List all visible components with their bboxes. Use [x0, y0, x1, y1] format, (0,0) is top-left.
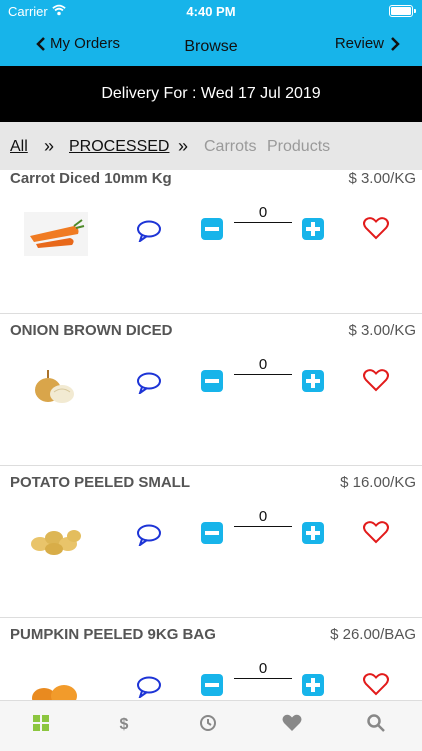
favorite-heart-icon[interactable]	[363, 368, 389, 392]
breadcrumb-all[interactable]: All	[10, 138, 28, 156]
decrease-quantity-button[interactable]	[201, 218, 223, 240]
clock-time: 4:40 PM	[186, 4, 236, 19]
breadcrumb-separator: »	[178, 136, 189, 156]
tab-dollar-icon[interactable]: $	[114, 713, 134, 733]
tab-grid-icon[interactable]	[31, 713, 51, 733]
potato-image	[31, 530, 81, 555]
favorite-heart-icon[interactable]	[363, 520, 389, 544]
product-row: Carrot Diced 10mm Kg $ 3.00/KG 0	[0, 170, 422, 314]
product-row: ONION BROWN DICED $ 3.00/KG 0	[0, 314, 422, 466]
comment-icon[interactable]	[136, 220, 162, 242]
breadcrumb-products: Products	[267, 138, 331, 155]
breadcrumb: All » PROCESSED » Carrots Products	[0, 122, 422, 170]
decrease-quantity-button[interactable]	[201, 522, 223, 544]
favorite-heart-icon[interactable]	[363, 672, 389, 696]
product-row: POTATO PEELED SMALL $ 16.00/KG 0	[0, 466, 422, 618]
svg-text:$: $	[120, 716, 129, 733]
pumpkin-image	[32, 685, 77, 700]
comment-icon[interactable]	[136, 372, 162, 394]
quantity-field[interactable]: 0	[234, 356, 292, 375]
tab-bar: $	[0, 700, 422, 751]
increase-quantity-button[interactable]	[302, 218, 324, 240]
review-label: Review	[334, 35, 384, 52]
breadcrumb-separator: »	[44, 136, 55, 156]
tab-heart-icon[interactable]	[282, 713, 302, 733]
product-list[interactable]: Carrot Diced 10mm Kg $ 3.00/KG 0 ONION B…	[0, 170, 422, 700]
decrease-quantity-button[interactable]	[201, 674, 223, 696]
increase-quantity-button[interactable]	[302, 522, 324, 544]
delivery-banner[interactable]: Delivery For : Wed 17 Jul 2019	[0, 66, 422, 122]
tab-clock-icon[interactable]	[198, 713, 218, 733]
tab-search-icon[interactable]	[366, 713, 386, 733]
comment-icon[interactable]	[136, 676, 162, 698]
product-name: ONION BROWN DICED	[10, 322, 173, 339]
chevron-right-icon	[391, 36, 400, 51]
favorite-heart-icon[interactable]	[363, 216, 389, 240]
decrease-quantity-button[interactable]	[201, 370, 223, 392]
review-button[interactable]: Review	[335, 35, 400, 52]
quantity-field[interactable]: 0	[234, 660, 292, 679]
increase-quantity-button[interactable]	[302, 370, 324, 392]
quantity-field[interactable]: 0	[234, 204, 292, 223]
breadcrumb-processed[interactable]: PROCESSED	[69, 138, 169, 156]
product-name: PUMPKIN PEELED 9KG BAG	[10, 626, 216, 643]
quantity-field[interactable]: 0	[234, 508, 292, 527]
product-price: $ 3.00/KG	[348, 170, 416, 187]
product-name: Carrot Diced 10mm Kg	[10, 170, 172, 187]
breadcrumb-carrots: Carrots	[204, 138, 257, 155]
product-price: $ 16.00/KG	[340, 474, 416, 491]
product-row: PUMPKIN PEELED 9KG BAG $ 26.00/BAG 0	[0, 618, 422, 700]
product-price: $ 3.00/KG	[348, 322, 416, 339]
product-name: POTATO PEELED SMALL	[10, 474, 191, 491]
product-price: $ 26.00/BAG	[330, 626, 416, 643]
navigation-bar: My Orders Browse Review	[0, 22, 422, 66]
comment-icon[interactable]	[136, 524, 162, 546]
battery-icon	[389, 5, 416, 17]
carrot-image	[24, 212, 88, 256]
onion-image	[35, 370, 74, 403]
status-bar: Carrier 4:40 PM	[0, 0, 422, 22]
increase-quantity-button[interactable]	[302, 674, 324, 696]
